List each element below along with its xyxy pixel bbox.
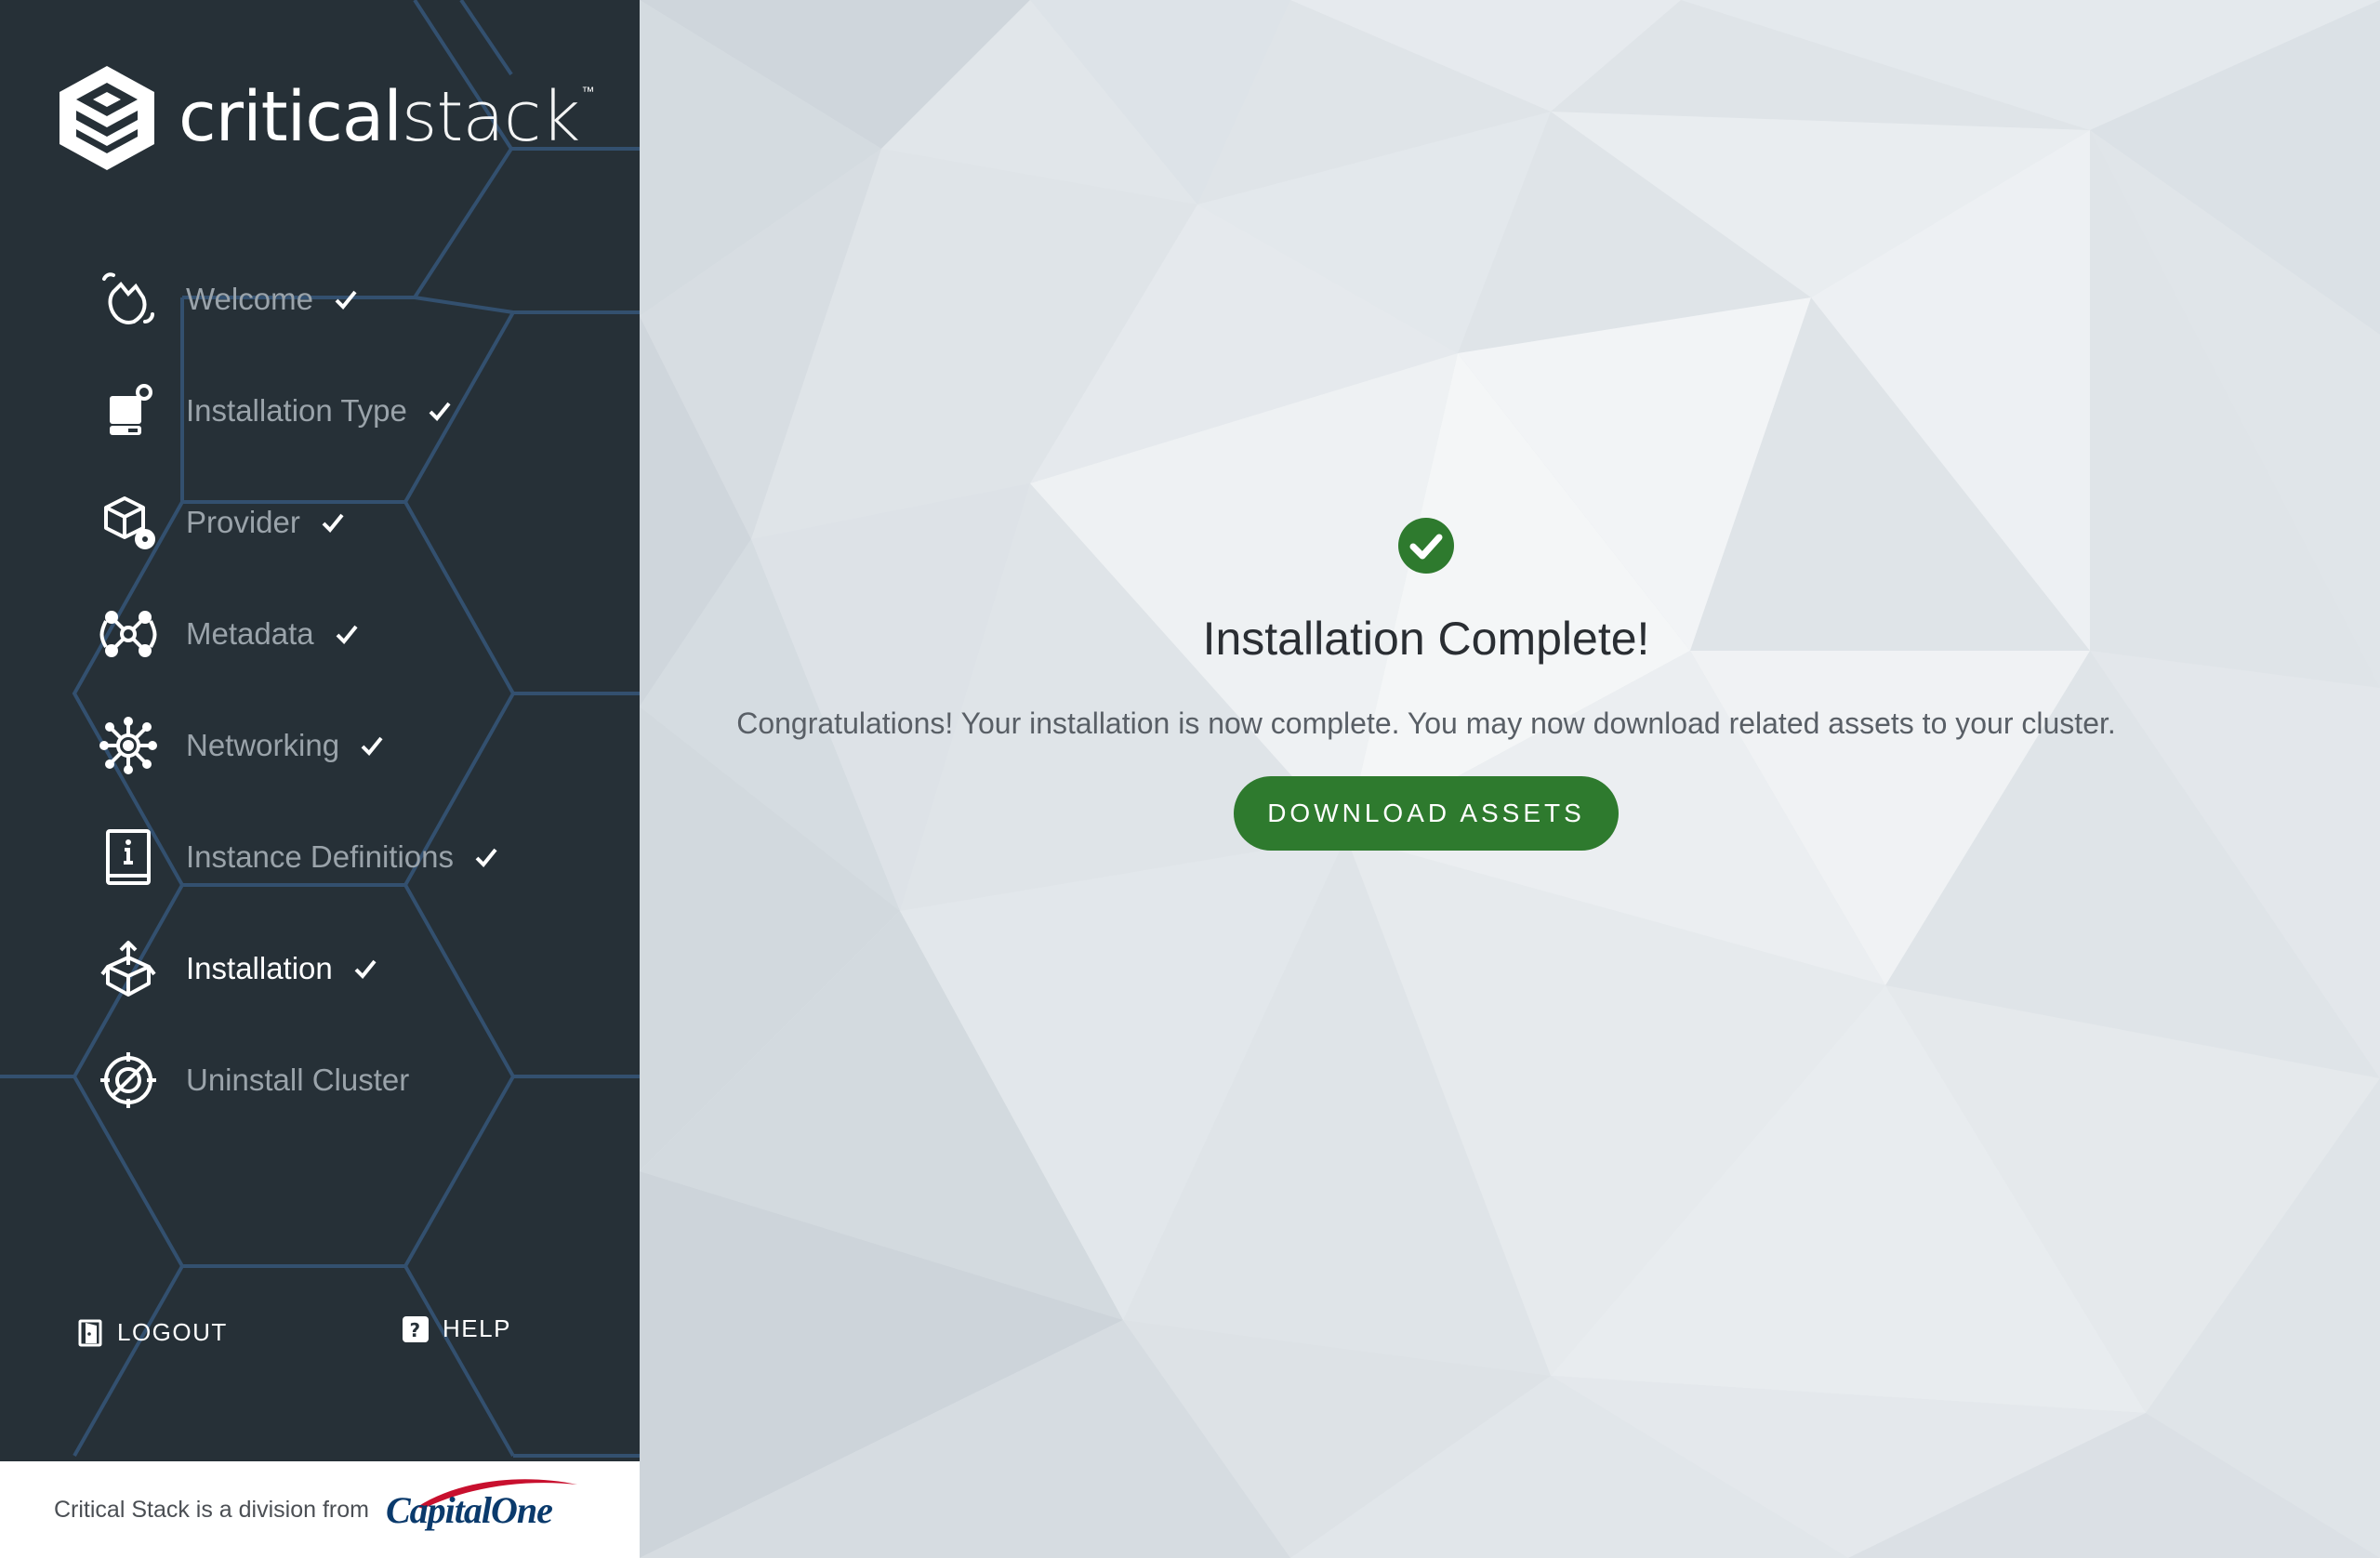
trademark-symbol: ™ bbox=[581, 84, 595, 99]
download-assets-button[interactable]: DOWNLOAD ASSETS bbox=[1234, 776, 1619, 851]
crosshair-slash-icon bbox=[97, 1049, 160, 1112]
completion-message: Congratulations! Your installation is no… bbox=[736, 706, 2116, 740]
check-icon bbox=[322, 513, 344, 533]
info-book-icon bbox=[97, 825, 160, 889]
check-icon bbox=[361, 736, 383, 756]
help-icon: ? bbox=[403, 1315, 429, 1342]
success-check-icon bbox=[1398, 518, 1454, 574]
capital-one-logo-text: CapitalOne bbox=[385, 1488, 553, 1531]
nav-item-label: Instance Definitions bbox=[186, 839, 454, 874]
logout-door-icon bbox=[78, 1319, 102, 1346]
division-brand-bar: Critical Stack is a division from Capita… bbox=[0, 1461, 640, 1558]
nav-item-label: Uninstall Cluster bbox=[186, 1063, 410, 1097]
check-icon bbox=[354, 959, 377, 979]
nav-item-label: Installation bbox=[186, 951, 333, 985]
logout-button[interactable]: LOGOUT bbox=[76, 1318, 228, 1347]
nav-item-label: Welcome bbox=[186, 282, 313, 316]
completion-panel: Installation Complete! Congratulations! … bbox=[640, 517, 2213, 851]
criticalstack-logo[interactable]: criticalstack ™ bbox=[52, 61, 594, 173]
main-content: Installation Complete! Congratulations! … bbox=[640, 0, 2380, 1558]
nav-item-instance-definitions[interactable]: Instance Definitions bbox=[97, 820, 498, 894]
nav-item-label: Installation Type bbox=[186, 393, 407, 428]
nav-item-label: Provider bbox=[186, 505, 300, 539]
nav-item-metadata[interactable]: Metadata bbox=[97, 597, 359, 671]
logo-wordmark: criticalstack bbox=[178, 77, 580, 157]
division-text: Critical Stack is a division from bbox=[54, 1496, 369, 1523]
server-gear-icon bbox=[97, 379, 160, 442]
nav-item-label: Metadata bbox=[186, 616, 314, 651]
nav-item-provider[interactable]: Provider bbox=[97, 485, 345, 560]
nav-item-uninstall-cluster[interactable]: Uninstall Cluster bbox=[97, 1043, 409, 1117]
nav-item-installation-type[interactable]: Installation Type bbox=[97, 374, 452, 448]
logo-wordmark-stack: stack bbox=[401, 77, 580, 157]
box-upload-icon bbox=[97, 937, 160, 1000]
nav-item-installation[interactable]: Installation bbox=[97, 931, 377, 1006]
check-icon bbox=[429, 402, 451, 421]
waving-hand-icon bbox=[97, 268, 160, 331]
check-icon bbox=[336, 625, 358, 644]
logo-wordmark-critical: critical bbox=[178, 77, 403, 157]
nav-item-networking[interactable]: Networking bbox=[97, 708, 384, 783]
page-title: Installation Complete! bbox=[1202, 613, 1650, 665]
capital-one-logo[interactable]: CapitalOne bbox=[385, 1478, 577, 1532]
help-label: HELP bbox=[443, 1314, 511, 1342]
nav-item-label: Networking bbox=[186, 728, 340, 762]
logout-label: LOGOUT bbox=[117, 1318, 228, 1346]
nav-item-welcome[interactable]: Welcome bbox=[97, 262, 358, 337]
nodes-icon bbox=[97, 602, 160, 666]
sidebar: criticalstack ™ Welcome Installation Typ… bbox=[0, 0, 640, 1558]
help-button[interactable]: ? HELP bbox=[402, 1314, 511, 1343]
svg-text:?: ? bbox=[409, 1319, 421, 1341]
criticalstack-logo-icon bbox=[60, 66, 154, 170]
check-icon bbox=[335, 290, 357, 310]
sidebar-footer: LOGOUT ? HELP bbox=[0, 1311, 640, 1367]
cube-gear-icon bbox=[97, 491, 160, 554]
check-icon bbox=[475, 848, 497, 867]
network-hub-icon bbox=[97, 714, 160, 777]
